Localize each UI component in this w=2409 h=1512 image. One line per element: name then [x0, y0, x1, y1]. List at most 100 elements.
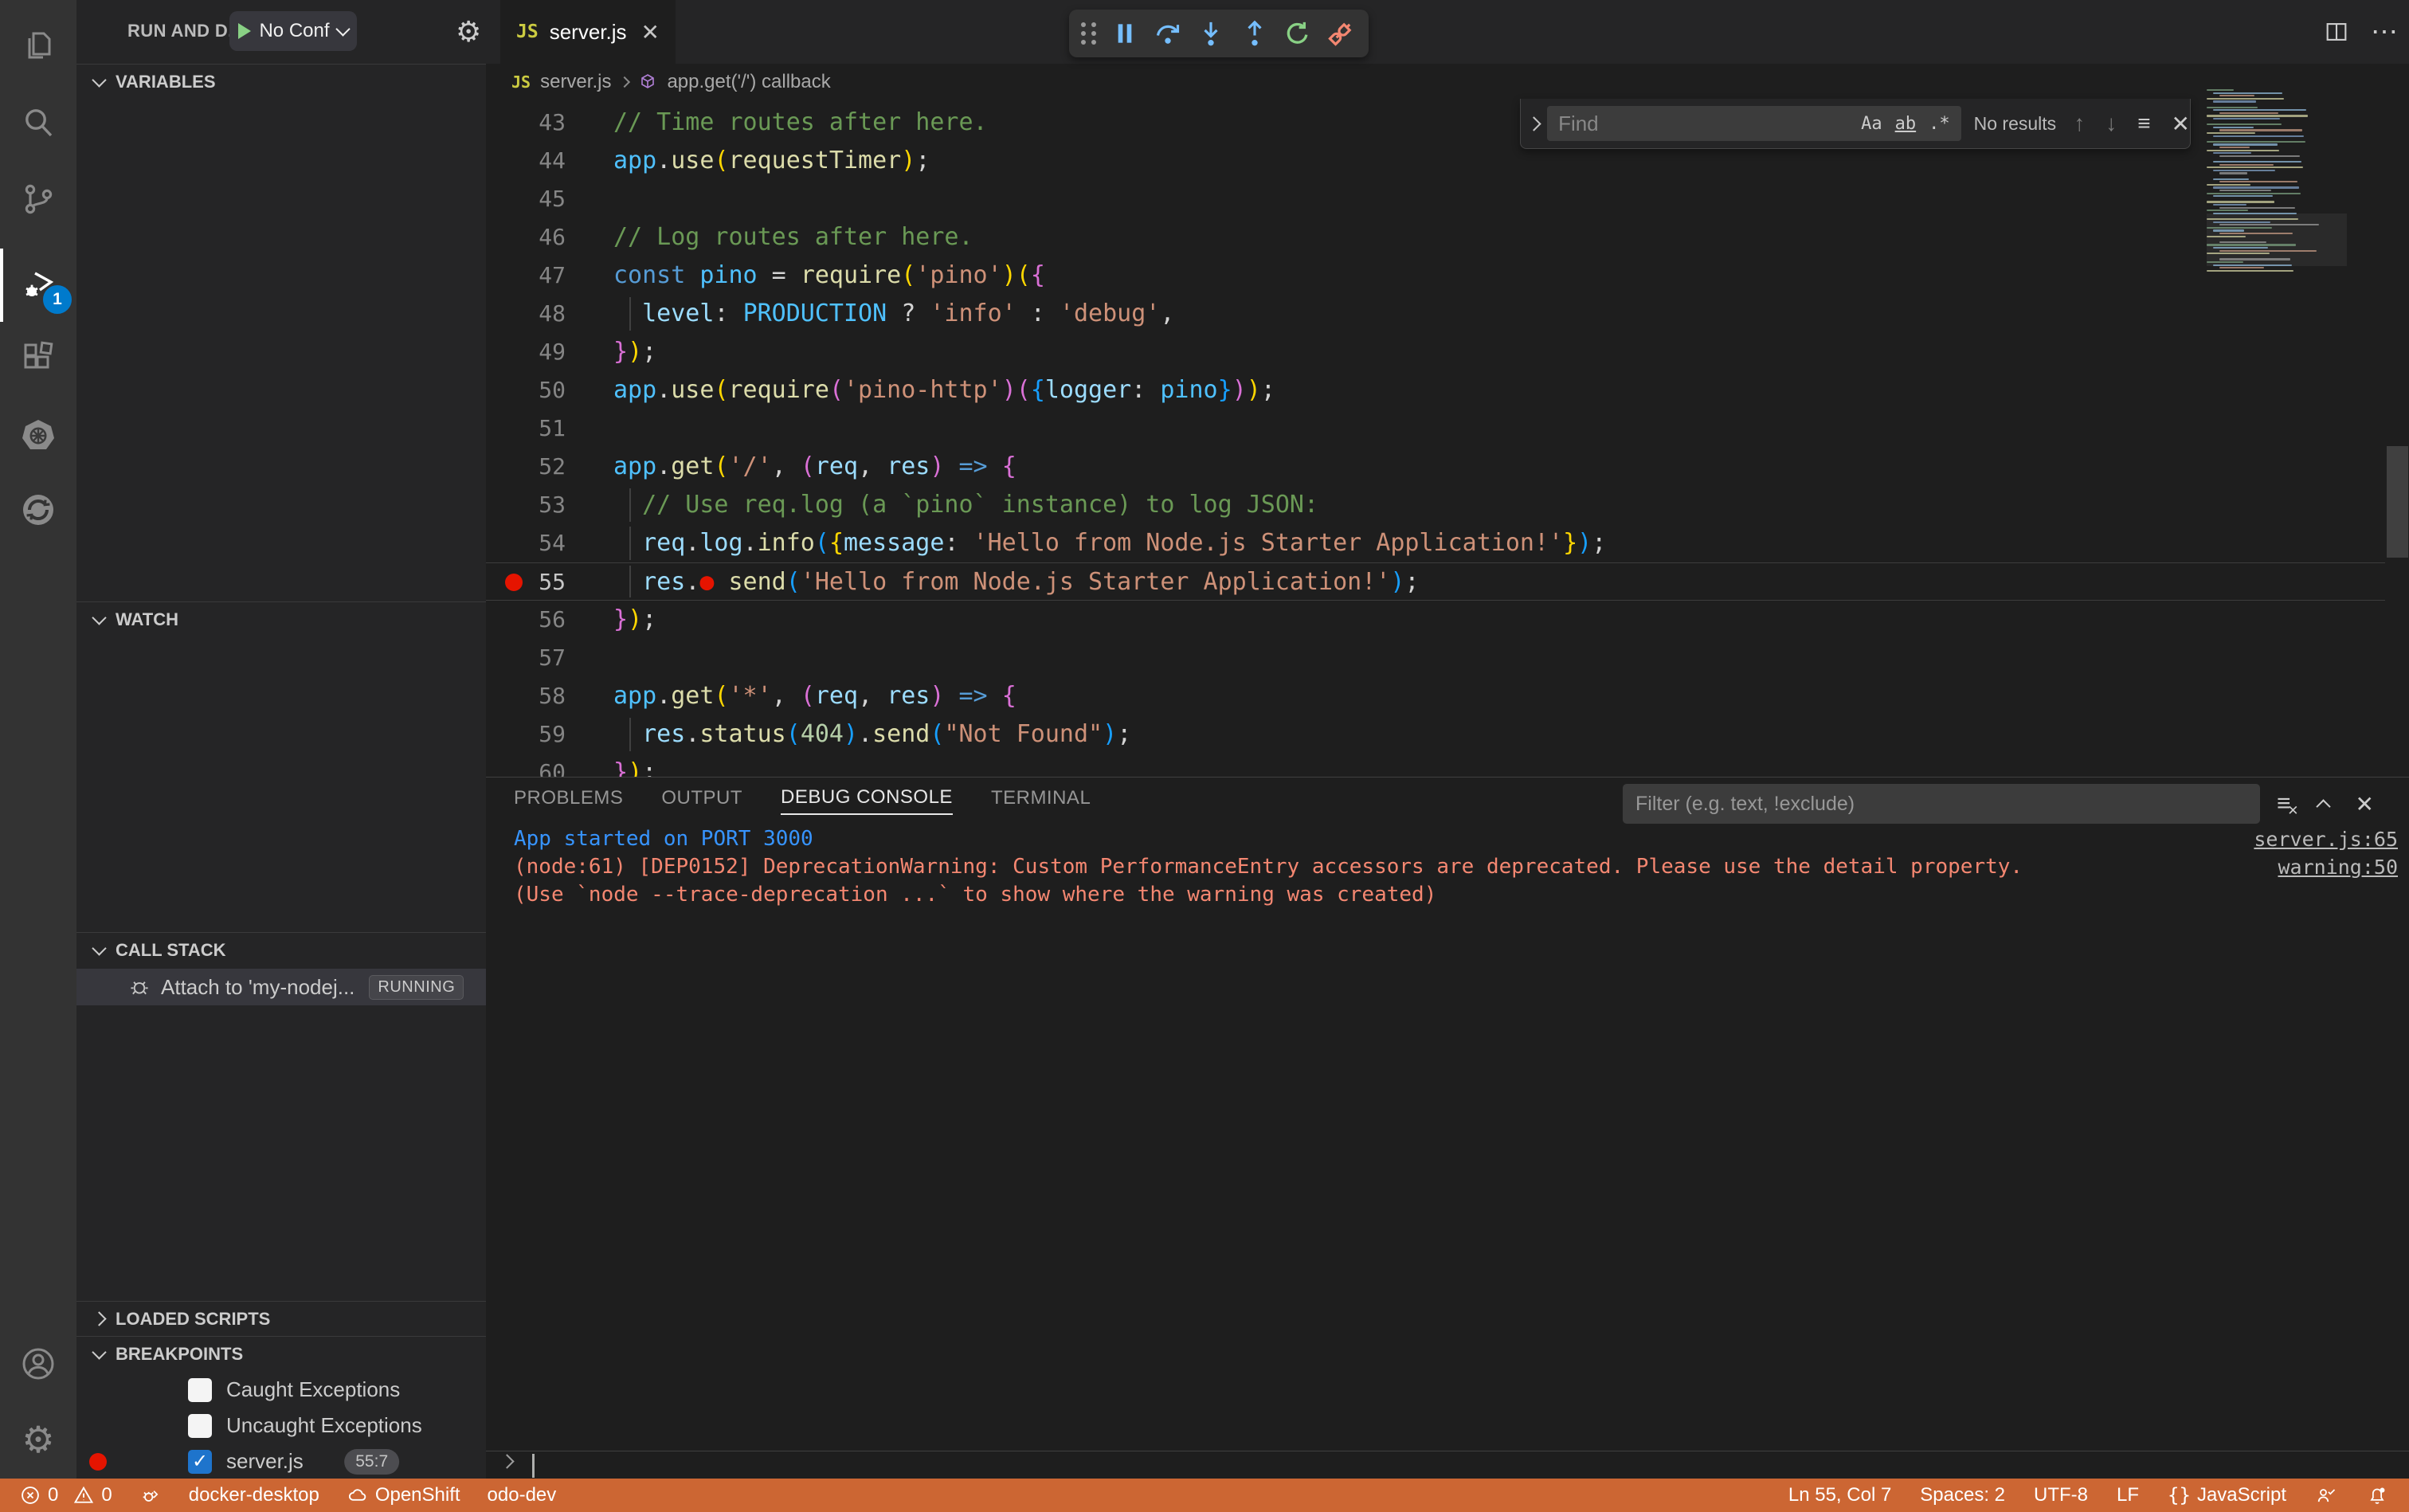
- errors-icon: [19, 1484, 41, 1506]
- code-line-52[interactable]: 52app.get('/', (req, res) => {: [486, 448, 2385, 486]
- docker-context-item[interactable]: docker-desktop: [189, 1484, 319, 1506]
- eol-item[interactable]: LF: [2117, 1484, 2139, 1506]
- disconnect-icon[interactable]: [1325, 18, 1357, 49]
- code-line-48[interactable]: 48 level: PRODUCTION ? 'info' : 'debug',: [486, 295, 2385, 333]
- status-bar: 0 0 docker-desktop OpenShift odo-dev Ln …: [0, 1479, 2409, 1512]
- match-case-icon[interactable]: Aa: [1856, 112, 1887, 135]
- call-stack-session-row[interactable]: Attach to 'my-nodej... RUNNING: [76, 969, 486, 1005]
- language-mode-item[interactable]: {} JavaScript: [2168, 1484, 2286, 1506]
- debug-settings-gear-icon[interactable]: ⚙: [456, 18, 481, 46]
- feedback-icon[interactable]: [2315, 1484, 2337, 1506]
- breadcrumb[interactable]: JS server.js app.get('/') callback: [486, 64, 2409, 100]
- cursor-position-item[interactable]: Ln 55, Col 7: [1788, 1484, 1891, 1506]
- javascript-file-icon: JS: [511, 72, 531, 92]
- editor-more-actions-icon[interactable]: ⋯: [2371, 16, 2398, 48]
- code-line-46[interactable]: 46// Log routes after here.: [486, 218, 2385, 257]
- account-icon[interactable]: [0, 1329, 76, 1399]
- console-prompt-icon: [502, 1456, 512, 1471]
- console-row: (node:61) [DEP0152] DeprecationWarning: …: [514, 853, 2398, 881]
- breakpoint-dot[interactable]: [505, 574, 523, 591]
- cloud-icon: [347, 1484, 369, 1506]
- editor-scrollbar[interactable]: [2386, 64, 2409, 777]
- watch-section-header[interactable]: WATCH: [76, 601, 486, 637]
- debug-console-input[interactable]: [486, 1451, 2409, 1480]
- call-stack-section-header[interactable]: CALL STACK: [76, 932, 486, 967]
- breakpoint-checkbox[interactable]: ✓: [188, 1450, 212, 1474]
- drag-handle-icon[interactable]: [1081, 22, 1098, 45]
- breakpoints-section-header[interactable]: BREAKPOINTS: [76, 1336, 486, 1371]
- restart-icon[interactable]: [1282, 18, 1314, 49]
- debug-status-icon[interactable]: [139, 1484, 162, 1506]
- code-line-55[interactable]: 55 res.● send('Hello from Node.js Starte…: [486, 562, 2385, 601]
- close-tab-icon[interactable]: ✕: [641, 19, 660, 45]
- loaded-scripts-section-header[interactable]: LOADED SCRIPTS: [76, 1301, 486, 1336]
- find-in-selection-icon[interactable]: ≡: [2137, 111, 2150, 136]
- extensions-icon[interactable]: [0, 323, 76, 394]
- odo-dev-item[interactable]: odo-dev: [488, 1484, 557, 1506]
- console-filter-input[interactable]: Filter (e.g. text, !exclude): [1623, 784, 2260, 824]
- code-line-49[interactable]: 49});: [486, 333, 2385, 371]
- panel-tab-debug-console[interactable]: DEBUG CONSOLE: [781, 786, 953, 815]
- find-input[interactable]: Find Aa ab .*: [1547, 106, 1961, 141]
- breakpoint-row[interactable]: ✓server.js55:7: [76, 1443, 486, 1479]
- minimap[interactable]: [2207, 89, 2347, 583]
- code-line-60[interactable]: 60});: [486, 754, 2385, 777]
- breakpoint-row[interactable]: Uncaught Exceptions: [76, 1408, 486, 1443]
- code-line-59[interactable]: 59 res.status(404).send("Not Found");: [486, 715, 2385, 754]
- settings-gear-icon[interactable]: ⚙: [0, 1404, 76, 1475]
- code-line-53[interactable]: 53 // Use req.log (a `pino` instance) to…: [486, 486, 2385, 524]
- openshift-item[interactable]: OpenShift: [347, 1484, 460, 1506]
- code-line-57[interactable]: 57: [486, 639, 2385, 677]
- code-line-45[interactable]: 45: [486, 180, 2385, 218]
- clear-console-icon[interactable]: ≡✕: [2277, 792, 2291, 816]
- kubernetes-icon[interactable]: [0, 400, 76, 470]
- explorer-icon[interactable]: [0, 11, 76, 81]
- find-close-icon[interactable]: ✕: [2172, 111, 2190, 137]
- bottom-panel: PROBLEMS OUTPUT DEBUG CONSOLE TERMINAL Filt…: [486, 777, 2409, 1479]
- find-collapse-icon[interactable]: [1521, 119, 1547, 129]
- start-debug-icon[interactable]: [238, 23, 251, 39]
- step-over-icon[interactable]: [1152, 18, 1184, 49]
- notifications-bell-icon[interactable]: [2366, 1484, 2388, 1506]
- debug-console-output: App started on PORT 3000server.js:65(nod…: [514, 825, 2398, 909]
- whole-word-icon[interactable]: ab: [1890, 112, 1921, 135]
- panel-tab-terminal[interactable]: TERMINAL: [991, 787, 1091, 814]
- code-line-50[interactable]: 50app.use(require('pino-http')({logger: …: [486, 371, 2385, 409]
- breakpoint-row[interactable]: Caught Exceptions: [76, 1372, 486, 1408]
- code-line-51[interactable]: 51: [486, 409, 2385, 448]
- find-next-icon[interactable]: ↓: [2105, 111, 2117, 136]
- code-line-47[interactable]: 47const pino = require('pino')({: [486, 257, 2385, 295]
- panel-tab-problems[interactable]: PROBLEMS: [514, 787, 623, 814]
- regex-icon[interactable]: .*: [1924, 112, 1955, 135]
- vscode-window: 1 ⚙ RUN AND D... No Conf ⚙ ⋯: [0, 0, 2409, 1512]
- close-panel-icon[interactable]: ✕: [2356, 791, 2374, 817]
- search-icon[interactable]: [0, 88, 76, 158]
- code-line-56[interactable]: 56});: [486, 601, 2385, 639]
- indentation-item[interactable]: Spaces: 2: [1920, 1484, 2005, 1506]
- source-control-icon[interactable]: [0, 164, 76, 234]
- javascript-file-icon: JS: [516, 22, 539, 42]
- split-editor-icon[interactable]: [2323, 18, 2350, 45]
- variables-section-header[interactable]: VARIABLES: [76, 64, 486, 99]
- problems-indicator[interactable]: 0 0: [19, 1484, 112, 1506]
- scrollbar-thumb[interactable]: [2387, 446, 2408, 558]
- panel-tab-output[interactable]: OUTPUT: [661, 787, 742, 814]
- breakpoint-checkbox[interactable]: [188, 1378, 212, 1402]
- activity-bar: 1 ⚙: [0, 0, 76, 1479]
- step-into-icon[interactable]: [1195, 18, 1227, 49]
- symbol-cube-icon: [638, 72, 657, 92]
- breakpoint-dot: [89, 1453, 107, 1471]
- console-source-link[interactable]: server.js:65: [2254, 825, 2398, 853]
- code-line-54[interactable]: 54 req.log.info({message: 'Hello from No…: [486, 524, 2385, 562]
- breakpoint-checkbox[interactable]: [188, 1414, 212, 1438]
- tab-server-js[interactable]: JS server.js ✕: [500, 0, 676, 64]
- console-source-link[interactable]: warning:50: [2278, 853, 2398, 881]
- launch-config-dropdown[interactable]: No Conf: [229, 11, 357, 51]
- step-out-icon[interactable]: [1239, 18, 1271, 49]
- openshift-toolkit-icon[interactable]: [0, 475, 76, 545]
- encoding-item[interactable]: UTF-8: [2034, 1484, 2088, 1506]
- code-line-58[interactable]: 58app.get('*', (req, res) => {: [486, 677, 2385, 715]
- pause-icon[interactable]: [1109, 18, 1141, 49]
- maximize-panel-icon[interactable]: [2316, 799, 2330, 813]
- find-previous-icon[interactable]: ↑: [2074, 111, 2085, 136]
